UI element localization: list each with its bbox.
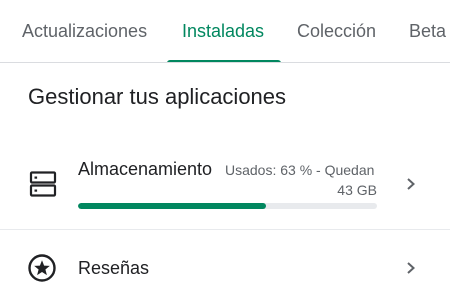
storage-title: Almacenamiento [78, 159, 213, 179]
tab-beta[interactable]: Beta [409, 0, 446, 62]
star-circle-icon [28, 254, 56, 282]
active-tab-indicator [167, 60, 281, 62]
storage-usage-text: Usados: 63 % - Quedan [225, 162, 375, 178]
tab-bar: Actualizaciones Instaladas Colección Bet… [0, 0, 450, 63]
storage-progress-bar [78, 203, 377, 209]
storage-row[interactable]: Almacenamiento Usados: 63 % - Quedan 43 … [0, 140, 450, 228]
reviews-row[interactable]: Reseñas [0, 240, 450, 296]
reviews-label: Reseñas [78, 258, 150, 278]
tab-instaladas[interactable]: Instaladas [182, 0, 264, 62]
chevron-right-icon [407, 262, 415, 274]
storage-remaining-text: 43 GB [337, 182, 377, 198]
divider [0, 229, 450, 230]
page-title: Gestionar tus aplicaciones [28, 84, 287, 109]
chevron-right-icon [407, 178, 415, 190]
storage-icon [29, 171, 57, 197]
storage-progress-fill [78, 203, 267, 209]
tab-actualizaciones[interactable]: Actualizaciones [22, 0, 147, 62]
tab-coleccion[interactable]: Colección [297, 0, 376, 62]
